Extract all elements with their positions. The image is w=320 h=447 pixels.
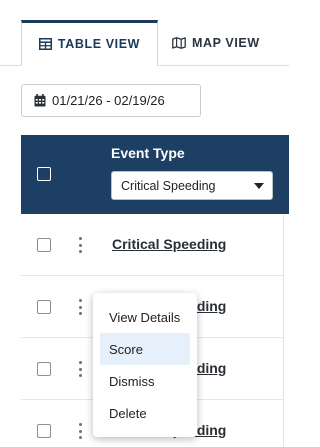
tab-table-view[interactable]: TABLE VIEW [21, 20, 158, 66]
menu-item-score[interactable]: Score [100, 333, 190, 365]
tab-table-view-label: TABLE VIEW [57, 37, 141, 51]
menu-item-dismiss[interactable]: Dismiss [100, 365, 190, 397]
tab-map-view-label: MAP VIEW [192, 36, 260, 50]
calendar-icon [34, 94, 46, 107]
event-link[interactable]: Critical Speeding [112, 236, 226, 252]
date-range-picker[interactable]: 01/21/26 - 02/19/26 [21, 84, 201, 117]
event-type-filter-value: Critical Speeding [121, 178, 216, 193]
kebab-menu-icon[interactable] [76, 297, 84, 317]
view-tabs: TABLE VIEW MAP VIEW [0, 0, 289, 66]
map-icon [172, 37, 186, 49]
row-checkbox[interactable] [37, 238, 51, 252]
date-range-value: 01/21/26 - 02/19/26 [52, 93, 165, 108]
row-checkbox[interactable] [37, 424, 51, 438]
table-header: Event Type Critical Speeding [21, 135, 289, 214]
caret-down-icon [254, 183, 264, 189]
row-actions-menu: View Details Score Dismiss Delete [93, 293, 197, 437]
kebab-menu-icon[interactable] [76, 421, 84, 441]
table-column-divider [283, 214, 284, 447]
row-checkbox[interactable] [37, 300, 51, 314]
event-type-filter-select[interactable]: Critical Speeding [111, 171, 273, 200]
kebab-menu-icon[interactable] [76, 359, 84, 379]
table-icon [38, 38, 52, 50]
kebab-menu-icon[interactable] [76, 235, 84, 255]
select-all-checkbox[interactable] [37, 167, 51, 181]
row-checkbox[interactable] [37, 362, 51, 376]
table-row: Critical Speeding [21, 214, 283, 276]
menu-item-delete[interactable]: Delete [100, 397, 190, 429]
menu-item-view-details[interactable]: View Details [100, 301, 190, 333]
tab-map-view[interactable]: MAP VIEW [160, 20, 289, 66]
column-title-event-type: Event Type [111, 145, 185, 161]
